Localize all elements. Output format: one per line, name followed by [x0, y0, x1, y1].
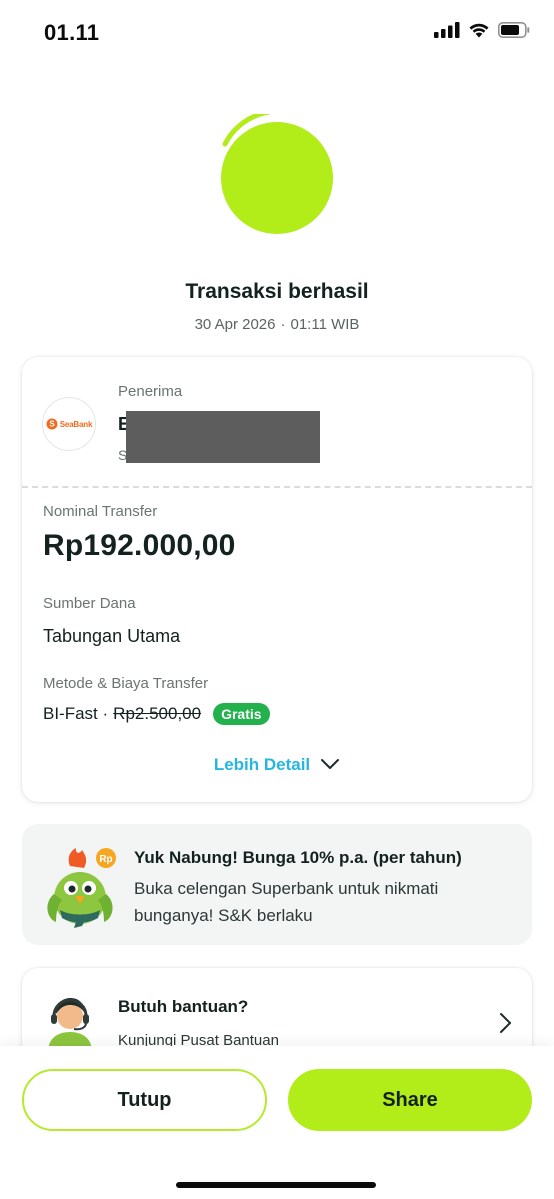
- help-title: Butuh bantuan?: [118, 997, 249, 1016]
- method-label: Metode & Biaya Transfer: [43, 675, 209, 692]
- recipient-label: Penerima: [118, 383, 183, 400]
- seabank-logo-text: SeaBank: [59, 419, 93, 429]
- transaction-success-screen: 01.11 Transaksi berhasil 30 Apr 2026 · 0…: [0, 0, 554, 1199]
- separator-dot: ·: [280, 316, 286, 333]
- transaction-datetime: 30 Apr 2026 · 01:11 WIB: [0, 316, 554, 333]
- transfer-amount: Rp192.000,00: [43, 529, 236, 562]
- dashed-divider: [22, 486, 532, 488]
- transaction-date: 30 Apr 2026: [194, 316, 276, 333]
- svg-text:S: S: [49, 420, 55, 429]
- battery-icon: [498, 22, 530, 43]
- free-badge: Gratis: [213, 703, 270, 725]
- coin-label: Rp: [99, 854, 112, 865]
- method-row: BI-Fast · Rp2.500,00 Gratis: [43, 703, 270, 725]
- close-button[interactable]: Tutup: [22, 1069, 267, 1131]
- chevron-right-icon: [498, 1012, 512, 1039]
- seabank-coin-icon: S: [46, 418, 58, 430]
- source-label: Sumber Dana: [43, 595, 136, 612]
- success-indicator-icon: [219, 114, 335, 236]
- success-title: Transaksi berhasil: [185, 280, 369, 303]
- share-button[interactable]: Share: [288, 1069, 532, 1131]
- bird-mascot-icon: Rp: [42, 846, 124, 930]
- promo-title: Yuk Nabung! Bunga 10% p.a. (per tahun): [134, 848, 462, 867]
- redaction-overlay: [126, 411, 320, 463]
- promo-description: Buka celengan Superbank untuk nikmati bu…: [134, 879, 439, 925]
- savings-promo-card[interactable]: Rp Yuk Nabung! Bunga 10% p.a. (per tahun…: [22, 824, 532, 945]
- seabank-logo: S SeaBank: [46, 418, 92, 430]
- transaction-detail-card: S SeaBank Penerima E S Nominal Transfer …: [22, 357, 532, 802]
- wifi-icon: [468, 22, 490, 43]
- bottom-action-bar: Tutup Share: [0, 1046, 554, 1199]
- chevron-down-icon: [320, 755, 340, 775]
- cellular-signal-icon: [434, 22, 460, 43]
- support-agent-icon: [42, 992, 98, 1052]
- status-bar: 01.11: [0, 0, 554, 66]
- source-value: Tabungan Utama: [43, 626, 181, 646]
- status-time: 01.11: [44, 20, 100, 45]
- more-detail-toggle[interactable]: Lebih Detail: [22, 755, 532, 775]
- original-fee: Rp2.500,00: [113, 704, 202, 723]
- amount-label: Nominal Transfer: [43, 503, 158, 520]
- method-value: BI-Fast ·: [43, 704, 109, 723]
- more-detail-label: Lebih Detail: [213, 755, 311, 774]
- home-indicator: [176, 1182, 376, 1188]
- transaction-time: 01:11 WIB: [290, 316, 360, 333]
- status-icons: [434, 22, 530, 43]
- recipient-bank-logo: S SeaBank: [42, 397, 96, 451]
